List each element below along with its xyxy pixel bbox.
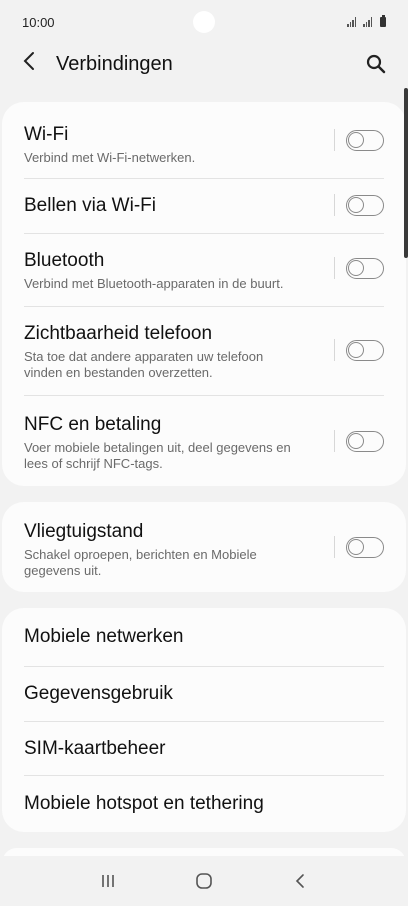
bluetooth-toggle[interactable] [346,257,384,279]
camera-cutout [193,11,215,33]
recent-apps-icon[interactable] [88,866,128,896]
vertical-separator [334,129,335,151]
signal-icon-2 [363,17,372,27]
divider [24,306,384,307]
divider [24,395,384,396]
setting-row-mobile-networks[interactable]: Mobiele netwerken [24,608,384,666]
row-title: Zichtbaarheid telefoon [24,322,213,344]
battery-icon [380,15,386,27]
home-icon[interactable] [184,866,224,896]
setting-row-sim-manager[interactable]: SIM-kaartbeheer [24,722,384,776]
app-header: Verbindingen [0,44,408,84]
setting-row-hotspot[interactable]: Mobiele hotspot en tethering [24,776,384,832]
row-text: NFC en betaling Voer mobiele betalingen … [24,413,384,472]
row-text: Vliegtuigstand Schakel oproepen, bericht… [24,520,384,579]
scrollbar[interactable] [404,88,408,258]
row-text: Zichtbaarheid telefoon Sta toe dat ander… [24,322,384,381]
row-title: Wi-Fi [24,123,69,145]
setting-row-wifi[interactable]: Wi-Fi Verbind met Wi-Fi-netwerken. [24,120,384,168]
row-title: Bluetooth [24,249,105,271]
search-icon[interactable] [366,54,386,74]
setting-row-nfc[interactable]: NFC en betaling Voer mobiele betalingen … [24,411,384,473]
vertical-separator [334,257,335,279]
row-title: Bellen via Wi-Fi [24,195,156,216]
vertical-separator [334,194,335,216]
subtitle-line: Schakel oproepen, berichten en Mobiele [24,546,257,562]
setting-row-visibility[interactable]: Zichtbaarheid telefoon Sta toe dat ander… [24,320,384,382]
row-subtitle: Sta toe dat andere apparaten uw telefoon… [24,349,384,381]
subtitle-line: vinden en bestanden overzetten. [24,364,213,380]
nfc-toggle[interactable] [346,430,384,452]
subtitle-line: Sta toe dat andere apparaten uw telefoon [24,348,264,364]
airplane-toggle[interactable] [346,536,384,558]
vertical-separator [334,339,335,361]
airplane-card: Vliegtuigstand Schakel oproepen, bericht… [2,502,406,592]
navigation-bar [0,856,408,906]
row-title: Mobiele netwerken [24,626,184,647]
setting-row-airplane[interactable]: Vliegtuigstand Schakel oproepen, bericht… [24,518,384,580]
wifi-toggle-wrap [334,129,384,151]
signal-icon [347,17,356,27]
row-title: SIM-kaartbeheer [24,738,166,759]
row-title: NFC en betaling [24,413,162,435]
row-text: Bellen via Wi-Fi [24,194,384,218]
subtitle-line: gegevens uit. [24,562,102,578]
status-icons [347,15,386,27]
row-text: Wi-Fi Verbind met Wi-Fi-netwerken. [24,123,384,166]
wifi-calling-toggle-wrap [334,194,384,216]
row-title: Vliegtuigstand [24,520,144,542]
divider [24,233,384,234]
subtitle-line: lees of schrijf NFC-tags. [24,455,163,471]
setting-row-wifi-calling[interactable]: Bellen via Wi-Fi [24,179,384,233]
setting-row-bluetooth[interactable]: Bluetooth Verbind met Bluetooth-apparate… [24,246,384,294]
row-subtitle: Verbind met Bluetooth-apparaten in de bu… [24,275,284,291]
status-time: 10:00 [22,14,55,30]
row-subtitle: Verbind met Wi-Fi-netwerken. [24,149,196,165]
nfc-toggle-wrap [334,430,384,452]
subtitle-line: Voer mobiele betalingen uit, deel gegeve… [24,439,291,455]
connections-card: Wi-Fi Verbind met Wi-Fi-netwerken. Belle… [2,102,406,486]
row-text: Bluetooth Verbind met Bluetooth-apparate… [24,249,384,292]
bluetooth-toggle-wrap [334,257,384,279]
wifi-calling-toggle[interactable] [346,194,384,216]
row-title: Mobiele hotspot en tethering [24,793,264,814]
back-icon[interactable] [280,866,320,896]
airplane-toggle-wrap [334,536,384,558]
row-title: Gegevensgebruik [24,683,173,704]
setting-row-data-usage[interactable]: Gegevensgebruik [24,667,384,721]
chevron-left-icon[interactable] [22,51,44,77]
page-title: Verbindingen [56,52,173,75]
row-subtitle: Voer mobiele betalingen uit, deel gegeve… [24,440,384,472]
visibility-toggle-wrap [334,339,384,361]
vertical-separator [334,536,335,558]
visibility-toggle[interactable] [346,339,384,361]
vertical-separator [334,430,335,452]
row-subtitle: Schakel oproepen, berichten en Mobiele g… [24,547,384,579]
network-card: Mobiele netwerken Gegevensgebruik SIM-ka… [2,608,406,832]
wifi-toggle[interactable] [346,129,384,151]
